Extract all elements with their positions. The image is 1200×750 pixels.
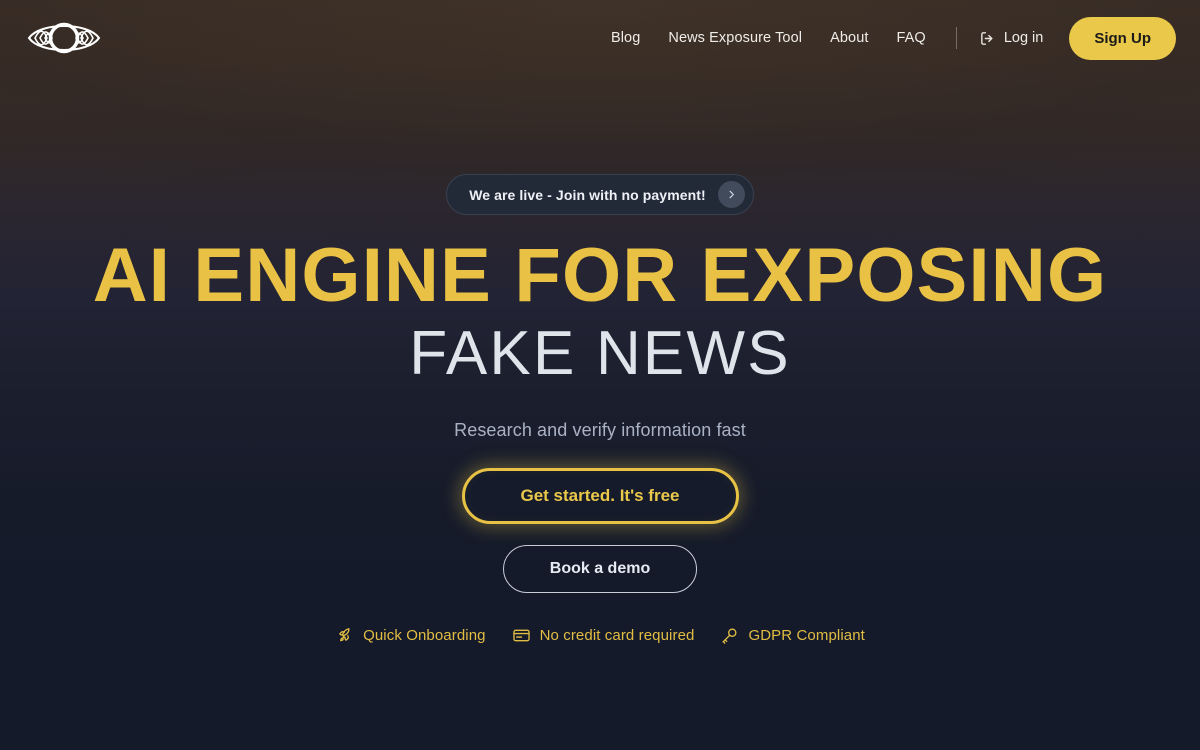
login-label: Log in	[1003, 30, 1044, 46]
nav-link-news-exposure-tool[interactable]: News Exposure Tool	[654, 22, 816, 54]
chevron-right-icon	[729, 190, 734, 199]
feature-badges: Quick Onboarding No credit card required	[335, 626, 865, 645]
page-background: Blog News Exposure Tool About FAQ Log in…	[0, 0, 1200, 750]
feature-label: Quick Onboarding	[363, 626, 486, 644]
announcement-banner[interactable]: We are live - Join with no payment!	[446, 174, 754, 215]
key-icon	[722, 628, 737, 644]
book-demo-button[interactable]: Book a demo	[502, 544, 698, 593]
announcement-text: We are live - Join with no payment!	[469, 186, 706, 203]
feature-quick-onboarding: Quick Onboarding	[335, 626, 486, 645]
feature-label: GDPR Compliant	[748, 626, 865, 644]
announcement-arrow-button[interactable]	[717, 181, 745, 208]
hero-section: We are live - Join with no payment! AI E…	[0, 76, 1200, 645]
feature-no-credit-card: No credit card required	[512, 626, 695, 645]
login-button[interactable]: Log in	[969, 22, 1054, 55]
credit-card-icon	[512, 629, 530, 641]
rocket-icon	[339, 627, 350, 641]
headline-line-2: FAKE NEWS	[409, 318, 791, 388]
signup-button[interactable]: Sign Up	[1069, 16, 1176, 60]
feature-gdpr-compliant: GDPR Compliant	[720, 626, 865, 645]
get-started-button[interactable]: Get started. It's free	[461, 467, 739, 524]
site-header: Blog News Exposure Tool About FAQ Log in…	[0, 0, 1200, 76]
headline-line-1: AI ENGINE FOR EXPOSING	[92, 233, 1108, 318]
eye-logo[interactable]	[26, 17, 102, 59]
nav-divider	[955, 27, 957, 49]
hero-subtitle: Research and verify information fast	[454, 419, 746, 440]
nav-link-faq[interactable]: FAQ	[883, 22, 940, 54]
nav-link-about[interactable]: About	[816, 22, 882, 54]
main-nav: Blog News Exposure Tool About FAQ Log in…	[597, 16, 1176, 60]
page-title: AI ENGINE FOR EXPOSING FAKE NEWS	[93, 237, 1108, 386]
nav-link-blog[interactable]: Blog	[597, 22, 654, 54]
feature-label: No credit card required	[539, 626, 695, 644]
login-icon	[980, 31, 993, 45]
